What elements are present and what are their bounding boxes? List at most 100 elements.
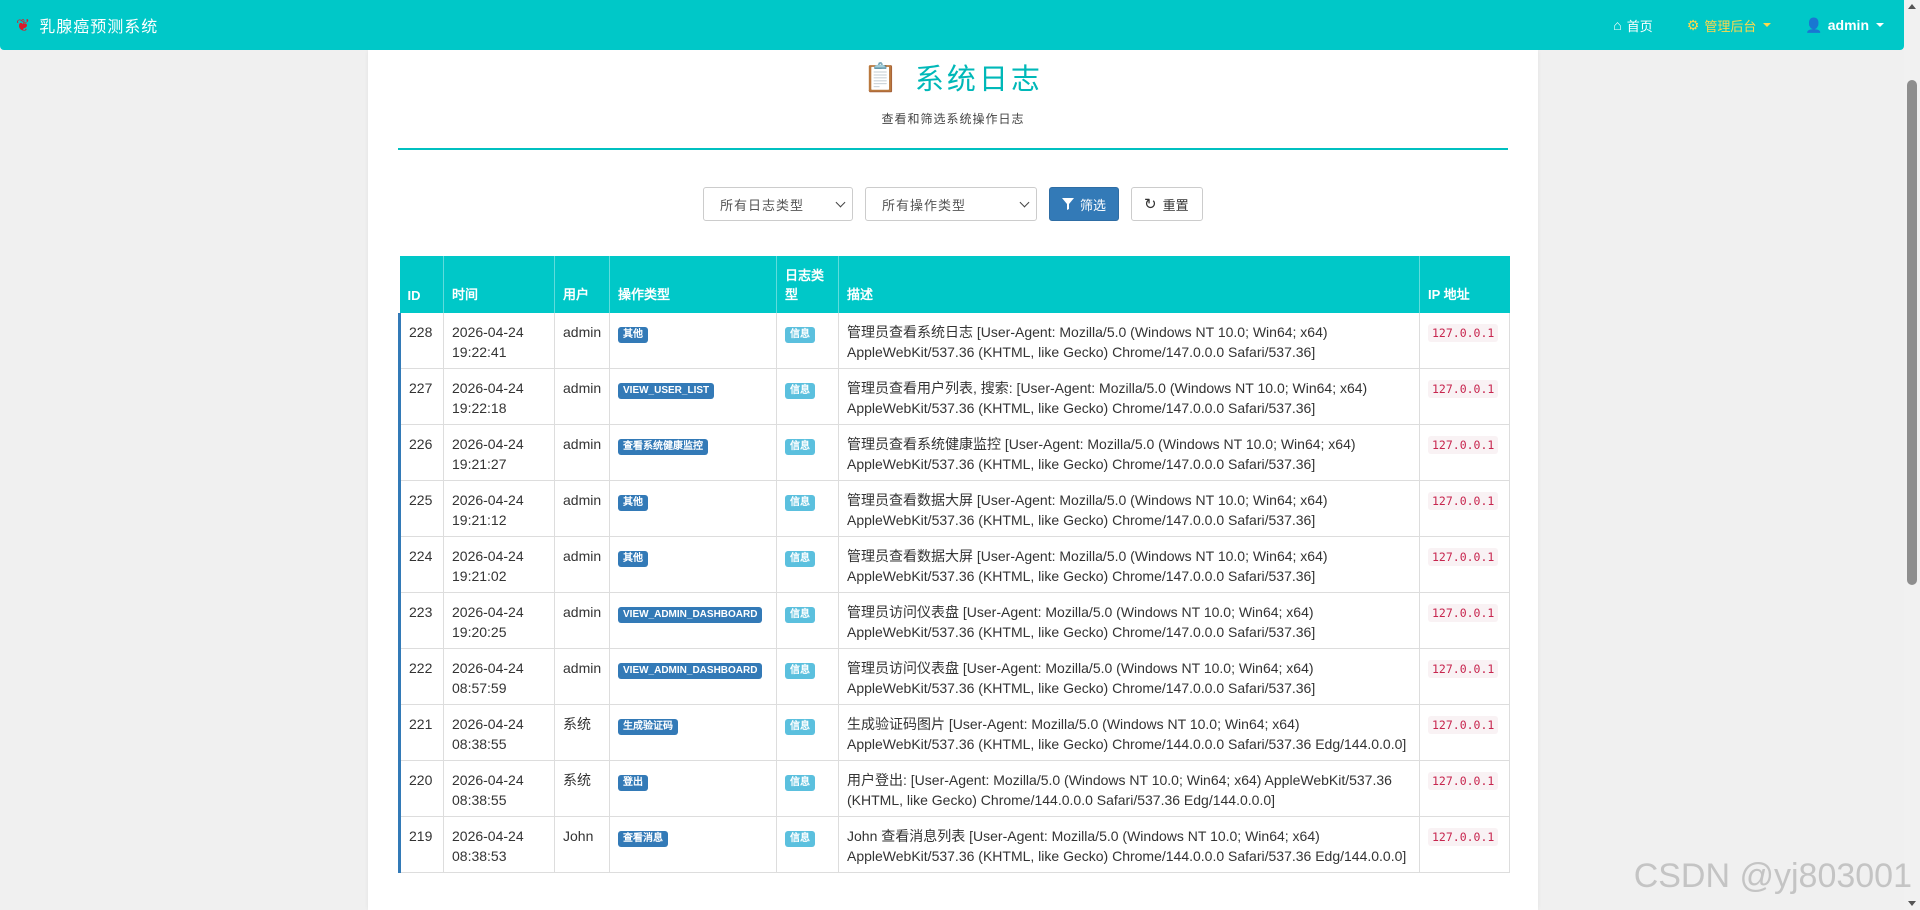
page-title-text: 系统日志 xyxy=(914,64,1043,96)
main-container: 📋 系统日志 查看和筛选系统操作日志 所有日志类型 所有操作类型 筛选 ↻ 重置 xyxy=(368,50,1538,910)
cell-ip: 127.0.0.1 xyxy=(1419,313,1510,369)
log-date: 2026-04-24 xyxy=(452,548,524,564)
col-header-ip[interactable]: IP 地址 xyxy=(1419,256,1510,313)
log-type-badge: 信息 xyxy=(785,551,815,567)
log-clock: 08:38:55 xyxy=(452,792,507,808)
cell-log-type: 信息 xyxy=(776,480,839,537)
cell-time: 2026-04-24 08:57:59 xyxy=(443,648,555,705)
cell-desc: 管理员查看系统日志 [User-Agent: Mozilla/5.0 (Wind… xyxy=(838,313,1420,369)
nav-home-label: 首页 xyxy=(1626,18,1653,34)
log-table-wrapper: ID 时间 用户 操作类型 日志类型 描述 IP 地址 228 2026-04-2… xyxy=(398,256,1510,873)
log-type-value: 所有日志类型 xyxy=(720,197,805,213)
nav-user-menu[interactable]: 👤 admin xyxy=(1805,17,1884,33)
action-badge: 登出 xyxy=(618,775,648,791)
filter-icon xyxy=(1062,198,1074,210)
vertical-scrollbar[interactable] xyxy=(1904,0,1920,910)
log-clock: 19:21:27 xyxy=(452,456,507,472)
log-user: 系统 xyxy=(563,772,591,788)
filter-button[interactable]: 筛选 xyxy=(1049,187,1119,221)
scroll-thumb[interactable] xyxy=(1907,80,1917,585)
scroll-up-arrow-icon[interactable] xyxy=(1908,4,1916,9)
table-row: 220 2026-04-24 08:38:55 系统 登出 信息 用户登出: [User-A… xyxy=(398,760,1510,817)
log-type-badge: 信息 xyxy=(785,439,815,455)
cell-desc: 管理员访问仪表盘 [User-Agent: Mozilla/5.0 (Windo… xyxy=(838,648,1420,705)
table-row: 223 2026-04-24 19:20:25 admin VIEW_ADMIN_DAS… xyxy=(398,592,1510,649)
cell-ip: 127.0.0.1 xyxy=(1419,648,1510,705)
table-body: 228 2026-04-24 19:22:41 admin 其他 信息 管理员查看系统日志 … xyxy=(398,313,1510,873)
cell-user: admin xyxy=(554,424,610,481)
log-type-select[interactable]: 所有日志类型 xyxy=(703,187,853,221)
cell-desc: 用户登出: [User-Agent: Mozilla/5.0 (Windows … xyxy=(838,760,1420,817)
ip-address: 127.0.0.1 xyxy=(1428,548,1499,566)
cell-action: 查看系统健康监控 xyxy=(609,424,777,481)
cell-time: 2026-04-24 19:21:12 xyxy=(443,480,555,537)
scroll-down-arrow-icon[interactable] xyxy=(1908,901,1916,906)
filter-bar: 所有日志类型 所有操作类型 筛选 ↻ 重置 xyxy=(368,187,1538,221)
log-description: 管理员访问仪表盘 [User-Agent: Mozilla/5.0 (Windo… xyxy=(847,660,1316,696)
cell-log-type: 信息 xyxy=(776,648,839,705)
gear-icon: ⚙ xyxy=(1686,17,1700,33)
log-description: 管理员查看系统健康监控 [User-Agent: Mozilla/5.0 (Wi… xyxy=(847,436,1356,472)
log-type-badge: 信息 xyxy=(785,607,815,623)
cell-action: VIEW_USER_LIST xyxy=(609,368,777,425)
cell-time: 2026-04-24 08:38:53 xyxy=(443,816,555,873)
cell-id: 224 xyxy=(398,536,444,593)
action-type-select[interactable]: 所有操作类型 xyxy=(865,187,1037,221)
log-description: 管理员查看系统日志 [User-Agent: Mozilla/5.0 (Wind… xyxy=(847,324,1328,360)
nav-right: ⌂ 首页 ⚙ 管理后台 👤 admin xyxy=(1613,16,1884,35)
caret-down-icon xyxy=(1876,23,1884,27)
log-date: 2026-04-24 xyxy=(452,436,524,452)
nav-admin-panel[interactable]: ⚙ 管理后台 xyxy=(1687,16,1772,35)
navbar: ❦ 乳腺癌预测系统 ⌂ 首页 ⚙ 管理后台 👤 admin xyxy=(0,0,1904,50)
log-id: 220 xyxy=(409,772,433,788)
ip-address: 127.0.0.1 xyxy=(1428,660,1499,678)
cell-ip: 127.0.0.1 xyxy=(1419,536,1510,593)
col-header-log-type[interactable]: 日志类型 xyxy=(776,256,839,313)
log-description: 管理员查看数据大屏 [User-Agent: Mozilla/5.0 (Wind… xyxy=(847,492,1328,528)
cell-id: 225 xyxy=(398,480,444,537)
log-type-badge: 信息 xyxy=(785,663,815,679)
log-id: 223 xyxy=(409,604,433,620)
log-date: 2026-04-24 xyxy=(452,828,524,844)
cell-action: 其他 xyxy=(609,313,777,369)
ip-address: 127.0.0.1 xyxy=(1428,492,1499,510)
ip-address: 127.0.0.1 xyxy=(1428,324,1499,342)
action-badge: 查看系统健康监控 xyxy=(618,439,708,455)
col-header-id[interactable]: ID xyxy=(399,256,444,313)
cell-ip: 127.0.0.1 xyxy=(1419,368,1510,425)
ribbon-icon: ❦ xyxy=(16,15,32,35)
col-header-user[interactable]: 用户 xyxy=(554,256,610,313)
reset-button[interactable]: ↻ 重置 xyxy=(1131,187,1203,221)
cell-user: John xyxy=(554,816,610,873)
cell-action: VIEW_ADMIN_DASHBOARD xyxy=(609,592,777,649)
cell-id: 228 xyxy=(398,313,444,369)
col-header-action[interactable]: 操作类型 xyxy=(609,256,777,313)
log-id: 225 xyxy=(409,492,433,508)
col-header-time[interactable]: 时间 xyxy=(443,256,555,313)
log-user: admin xyxy=(563,492,602,508)
caret-down-icon xyxy=(1763,23,1772,27)
log-user: 系统 xyxy=(563,716,591,732)
log-clock: 08:38:53 xyxy=(452,848,507,864)
log-id: 224 xyxy=(409,548,433,564)
log-description: 用户登出: [User-Agent: Mozilla/5.0 (Windows … xyxy=(847,772,1392,808)
cell-id: 219 xyxy=(398,816,444,873)
col-header-desc[interactable]: 描述 xyxy=(838,256,1420,313)
cell-action: 生成验证码 xyxy=(609,704,777,761)
cell-log-type: 信息 xyxy=(776,816,839,873)
ip-address: 127.0.0.1 xyxy=(1428,828,1499,846)
cell-desc: 管理员查看数据大屏 [User-Agent: Mozilla/5.0 (Wind… xyxy=(838,536,1420,593)
cell-user: admin xyxy=(554,368,610,425)
log-date: 2026-04-24 xyxy=(452,380,524,396)
nav-home[interactable]: ⌂ 首页 xyxy=(1613,16,1652,35)
cell-log-type: 信息 xyxy=(776,704,839,761)
cell-desc: 管理员查看用户列表, 搜索: [User-Agent: Mozilla/5.0 … xyxy=(838,368,1420,425)
ip-address: 127.0.0.1 xyxy=(1428,772,1499,790)
brand[interactable]: ❦ 乳腺癌预测系统 xyxy=(16,13,158,37)
log-type-badge: 信息 xyxy=(785,383,815,399)
cell-log-type: 信息 xyxy=(776,424,839,481)
table-row: 226 2026-04-24 19:21:27 admin 查看系统健康监控 信息 管理员查… xyxy=(398,424,1510,481)
log-id: 222 xyxy=(409,660,433,676)
watermark: CSDN @yj803001 xyxy=(1633,857,1912,895)
cell-desc: 生成验证码图片 [User-Agent: Mozilla/5.0 (Window… xyxy=(838,704,1420,761)
